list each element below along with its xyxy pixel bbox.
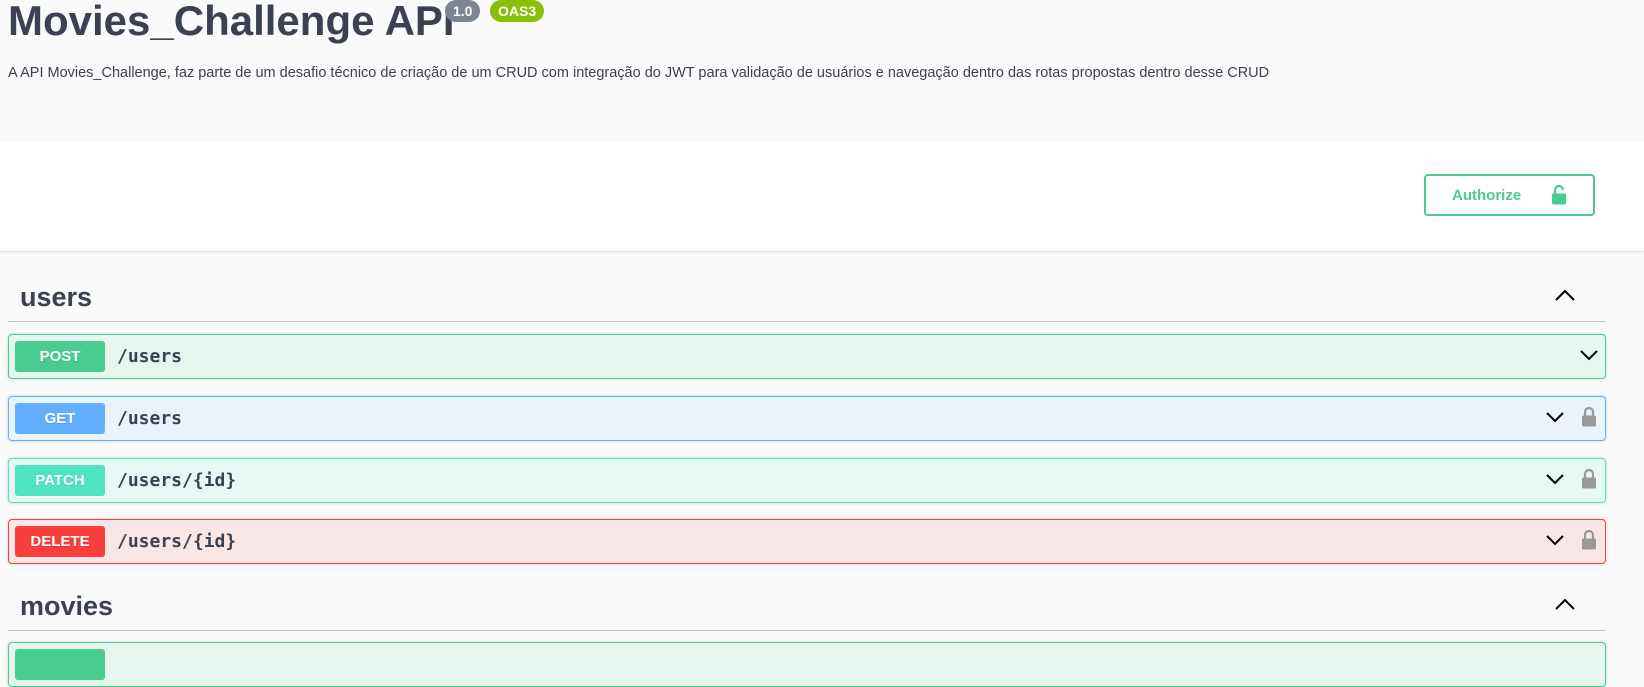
method-badge: POST [15,341,105,372]
chevron-up-icon[interactable] [1554,288,1576,307]
operation-get-users[interactable]: GET /users [8,396,1606,441]
method-badge: GET [15,403,105,434]
chevron-down-icon[interactable] [1545,410,1565,429]
operation-patch-users-id[interactable]: PATCH /users/{id} [8,458,1606,503]
method-badge: DELETE [15,526,105,557]
method-badge [15,649,105,680]
operation-delete-users-id[interactable]: DELETE /users/{id} [8,519,1606,564]
operation-path: /users [117,408,183,429]
operation-path: /users/{id} [117,531,237,552]
authorize-label: Authorize [1452,186,1522,204]
api-title: Movies_Challenge API [8,0,455,44]
chevron-down-icon[interactable] [1545,533,1565,552]
section-title-users: users [20,282,93,312]
section-movies-header[interactable]: movies [8,585,1606,631]
authorize-button[interactable]: Authorize [1424,174,1595,216]
method-badge: PATCH [15,465,105,496]
unlock-icon [1551,184,1567,209]
lock-icon[interactable] [1581,406,1597,433]
chevron-up-icon[interactable] [1554,597,1576,616]
chevron-down-icon[interactable] [1545,472,1565,491]
lock-icon[interactable] [1581,529,1597,556]
section-title-movies: movies [20,591,114,621]
version-badge: 1.0 [445,0,481,22]
scheme-container [0,141,1644,251]
operation-path: /users/{id} [117,470,237,491]
api-info: Movies_Challenge API 1.0 OAS3 A API Movi… [0,0,1644,141]
lock-icon[interactable] [1581,468,1597,495]
oas-badge: OAS3 [490,0,545,22]
section-users-header[interactable]: users [8,276,1606,322]
chevron-down-icon[interactable] [1579,348,1599,367]
operation-path: /users [117,346,183,367]
operation-movies-partial[interactable] [8,642,1606,687]
api-description: A API Movies_Challenge, faz parte de um … [8,65,1270,81]
operation-post-users[interactable]: POST /users [8,334,1606,379]
